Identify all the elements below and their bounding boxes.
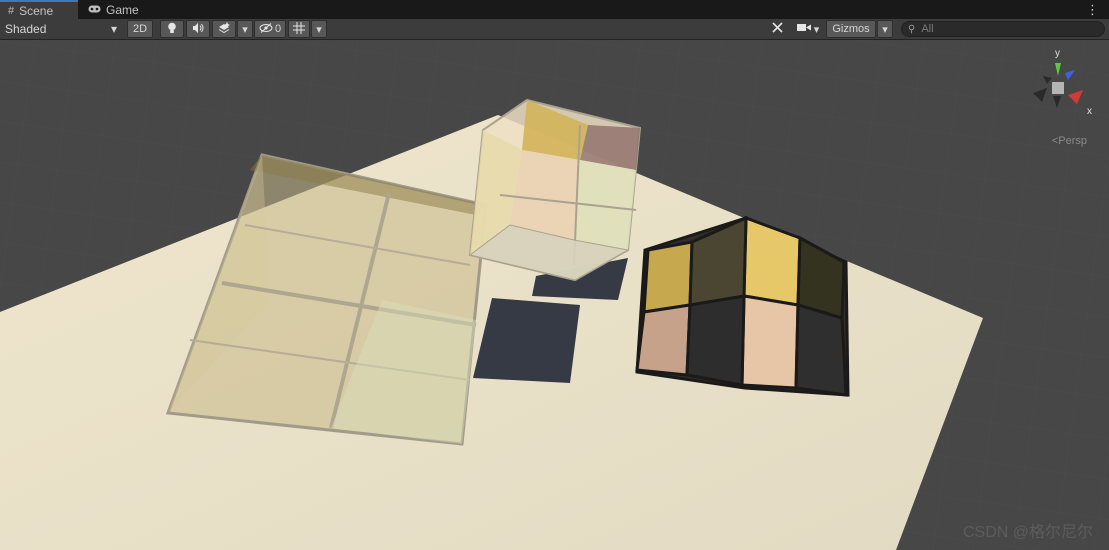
transparent-floating-cube: [468, 98, 642, 282]
hidden-count: 0: [274, 23, 282, 35]
video-camera-icon: [796, 23, 811, 35]
neg-x-axis-cone[interactable]: [1033, 88, 1047, 102]
search-placeholder: All: [921, 23, 934, 35]
gizmos-label: Gizmos: [832, 23, 870, 35]
effects-dropdown-button[interactable]: ▾: [237, 20, 253, 38]
tab-game-label: Game: [106, 2, 139, 17]
chevron-down-icon: ▾: [242, 23, 248, 36]
scene-toolbar: Shaded ▾ 2D ▾ 0 ▾ ▾ Gizmos ▾ ⚲ All: [0, 19, 1109, 40]
scene-viewport[interactable]: y x <Persp CSDN @格尔尼尔: [0, 40, 1109, 550]
tools-settings-button[interactable]: [766, 20, 788, 38]
eye-slash-icon: [259, 22, 273, 36]
tab-game[interactable]: Game: [80, 0, 150, 19]
shading-mode-dropdown[interactable]: Shaded ▾: [0, 20, 123, 38]
search-icon: ⚲: [908, 23, 916, 35]
tab-scene[interactable]: # Scene: [0, 0, 78, 20]
scene-lighting-button[interactable]: [160, 20, 184, 38]
grid-icon: #: [8, 5, 15, 17]
lightbulb-icon: [167, 22, 177, 37]
orientation-gizmo[interactable]: [1025, 48, 1105, 118]
scene-visibility-button[interactable]: 0: [254, 20, 286, 38]
layers-effects-icon: [218, 22, 231, 36]
toggle-2d-button[interactable]: 2D: [127, 20, 153, 38]
neg-y-axis-cone[interactable]: [1053, 96, 1061, 108]
chevron-down-icon: ▾: [316, 23, 322, 36]
x-axis-cone[interactable]: [1068, 90, 1083, 104]
gamepad-icon: [88, 4, 101, 16]
neg-z-axis-cone[interactable]: [1043, 76, 1052, 84]
hierarchy-search-field[interactable]: ⚲ All: [901, 21, 1105, 37]
camera-settings-button[interactable]: ▾: [792, 20, 824, 38]
tab-bar: # Scene Game ⋮: [0, 0, 1109, 20]
gizmos-button[interactable]: Gizmos: [826, 20, 876, 38]
grid-dropdown-button[interactable]: ▾: [311, 20, 327, 38]
toggle-2d-label: 2D: [132, 23, 148, 35]
scene-effects-button[interactable]: [212, 20, 236, 38]
watermark: CSDN @格尔尼尔: [962, 524, 1093, 541]
gizmo-y-label: y: [1055, 48, 1060, 59]
scene-render: [0, 40, 1109, 550]
gizmos-dropdown-button[interactable]: ▾: [877, 20, 893, 38]
more-options-icon[interactable]: ⋮: [1086, 2, 1099, 18]
y-axis-cone[interactable]: [1055, 63, 1061, 76]
chevron-down-icon: ▾: [813, 23, 820, 36]
shading-mode-label: Shaded: [5, 22, 47, 36]
chevron-down-icon: ▾: [882, 23, 888, 36]
z-axis-cone[interactable]: [1065, 70, 1075, 80]
view-mode-toggle[interactable]: <Persp: [1052, 135, 1087, 147]
speaker-icon: [192, 22, 204, 36]
scene-audio-button[interactable]: [186, 20, 210, 38]
cube-shadow: [473, 298, 580, 383]
tab-scene-label: Scene: [19, 4, 54, 18]
gizmo-x-label: x: [1087, 106, 1092, 117]
wrench-cross-icon: [771, 21, 784, 37]
grid-icon: [293, 21, 305, 37]
grid-snap-button[interactable]: [288, 20, 310, 38]
gizmo-center-cube[interactable]: [1052, 82, 1064, 94]
chevron-down-icon: ▾: [110, 22, 117, 36]
